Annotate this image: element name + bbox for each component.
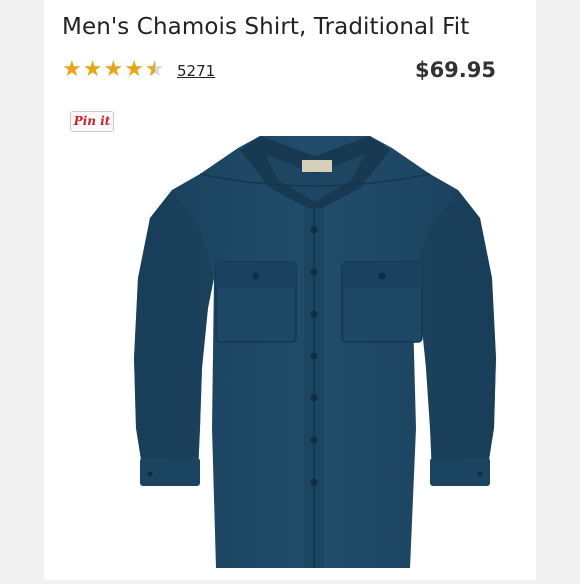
- shirt-button: [310, 394, 318, 402]
- star-icon: ★: [82, 57, 103, 82]
- pocket-button: [378, 272, 386, 280]
- shirt-button: [310, 268, 318, 276]
- pin-it-label: Pin it: [73, 114, 111, 128]
- star-icon: ★: [124, 57, 144, 82]
- star-half-icon: ★: [145, 58, 165, 83]
- shirt-button: [310, 478, 318, 486]
- product-image[interactable]: [90, 128, 520, 580]
- pocket-button: [252, 272, 260, 280]
- review-count-link[interactable]: 5271: [177, 62, 215, 80]
- cuff-button: [147, 471, 153, 477]
- star-icon: ★: [103, 57, 124, 82]
- shirt-button: [310, 310, 318, 318]
- star-rating[interactable]: ★ ★ ★ ★ ★: [62, 57, 165, 83]
- shirt-button: [310, 436, 318, 444]
- shirt-button: [310, 352, 318, 360]
- product-page: Men's Chamois Shirt, Traditional Fit ★ ★…: [44, 0, 536, 580]
- product-price: $69.95: [414, 58, 496, 82]
- product-title: Men's Chamois Shirt, Traditional Fit: [62, 14, 470, 40]
- star-icon: ★: [62, 57, 82, 82]
- llbean-label: [302, 160, 332, 172]
- shirt-button: [310, 226, 318, 234]
- cuff-button: [477, 471, 483, 477]
- shirt-illustration: [134, 136, 496, 568]
